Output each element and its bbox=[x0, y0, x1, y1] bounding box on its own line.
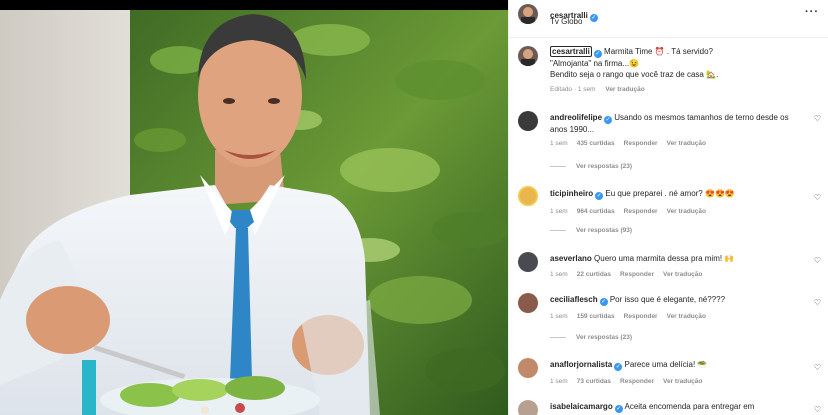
author-avatar-image bbox=[521, 7, 535, 24]
instagram-post-view: cesartralli ✓ Tv Globo ··· cesartralli ✓ M… bbox=[0, 0, 828, 415]
comment-time: 1 sem bbox=[550, 313, 568, 320]
comment-username[interactable]: aseverlano bbox=[550, 254, 592, 263]
comment-likes[interactable]: 73 curtidas bbox=[577, 378, 611, 385]
caption-see-translation[interactable]: Ver tradução bbox=[605, 86, 644, 93]
comment-text: Parece uma delícia! 🥗 bbox=[624, 360, 708, 369]
view-replies-label: Ver respostas (23) bbox=[576, 163, 633, 170]
comment-reply-button[interactable]: Responder bbox=[620, 271, 654, 278]
commenter-avatar[interactable] bbox=[518, 400, 538, 415]
heart-icon[interactable]: ♡ bbox=[814, 256, 821, 265]
replies-line bbox=[550, 165, 566, 167]
post-photo[interactable] bbox=[0, 0, 508, 415]
comment-text: Quero uma marmita dessa pra mim! 🙌 bbox=[594, 254, 735, 263]
comment-translate-button[interactable]: Ver tradução bbox=[667, 140, 706, 147]
comment-username[interactable]: ceciliaflesch bbox=[550, 295, 598, 304]
view-replies-button[interactable]: Ver respostas (23) bbox=[550, 334, 632, 341]
comment-text: Aceita encomenda para entregar em bbox=[624, 402, 755, 411]
heart-icon[interactable]: ♡ bbox=[814, 114, 821, 123]
verified-badge-icon: ✓ bbox=[599, 298, 608, 306]
comment-translate-button[interactable]: Ver tradução bbox=[663, 378, 702, 385]
caption-edited: Editado · 1 sem bbox=[550, 86, 596, 93]
view-replies-label: Ver respostas (93) bbox=[576, 227, 633, 234]
comment-username[interactable]: isabelaicamargo bbox=[550, 402, 613, 411]
view-replies-button[interactable]: Ver respostas (23) bbox=[550, 163, 632, 170]
caption-username[interactable]: cesartralli bbox=[550, 46, 592, 57]
comment-time: 1 sem bbox=[550, 271, 568, 278]
comment-time: 1 sem bbox=[550, 208, 568, 215]
heart-icon[interactable]: ♡ bbox=[814, 193, 821, 202]
heart-icon[interactable]: ♡ bbox=[814, 298, 821, 307]
view-replies-label: Ver respostas (23) bbox=[576, 334, 633, 341]
comment-username[interactable]: ticipinheiro bbox=[550, 189, 593, 198]
comment: andreolifelipe ✓ Usando os mesmos tamanho… bbox=[550, 112, 808, 149]
commenter-avatar[interactable] bbox=[518, 111, 538, 131]
comment-translate-button[interactable]: Ver tradução bbox=[667, 208, 706, 215]
comment-time: 1 sem bbox=[550, 140, 568, 147]
comment: ticipinheiro ✓ Eu que preparei . né amor?… bbox=[550, 188, 808, 217]
comment-username[interactable]: andreolifelipe bbox=[550, 113, 602, 122]
heart-icon[interactable]: ♡ bbox=[814, 363, 821, 372]
comment: ceciliaflesch ✓ Por isso que é elegante, … bbox=[550, 294, 808, 322]
commenter-avatar[interactable] bbox=[518, 293, 538, 313]
replies-line bbox=[550, 229, 566, 231]
post-header: cesartralli ✓ Tv Globo ··· bbox=[509, 0, 828, 38]
comment-translate-button[interactable]: Ver tradução bbox=[667, 313, 706, 320]
comment-text: Por isso que é elegante, né???? bbox=[609, 295, 726, 304]
comment-likes[interactable]: 435 curtidas bbox=[577, 140, 615, 147]
comment-reply-button[interactable]: Responder bbox=[624, 313, 658, 320]
comment-text: Eu que preparei . né amor? 😍😍😍 bbox=[605, 189, 735, 198]
caption-line-1: Marmita Time ⏰ . Tá servido? bbox=[604, 47, 713, 56]
verified-badge-icon: ✓ bbox=[604, 116, 613, 124]
comment-reply-button[interactable]: Responder bbox=[620, 378, 654, 385]
comments-panel: cesartralli ✓ Tv Globo ··· cesartralli ✓ M… bbox=[508, 0, 828, 415]
comment: aseverlano Quero uma marmita dessa pra m… bbox=[550, 253, 808, 280]
caption-avatar-image bbox=[521, 49, 535, 66]
commenter-avatar[interactable] bbox=[518, 186, 538, 206]
caption-line-3: Bendito seja o rango que você traz de ca… bbox=[550, 70, 719, 79]
comment-time: 1 sem bbox=[550, 378, 568, 385]
comment-reply-button[interactable]: Responder bbox=[624, 140, 658, 147]
comment-likes[interactable]: 159 curtidas bbox=[577, 313, 615, 320]
post-caption: cesartralli ✓ Marmita Time ⏰ . Tá servido… bbox=[550, 46, 815, 95]
comment: anaflorjornalista ✓ Parece uma delícia! 🥗… bbox=[550, 359, 808, 387]
comment-translate-button[interactable]: Ver tradução bbox=[663, 271, 702, 278]
post-location[interactable]: Tv Globo bbox=[550, 17, 582, 26]
replies-line bbox=[550, 336, 566, 338]
verified-badge-icon: ✓ bbox=[614, 363, 623, 371]
verified-badge-icon: ✓ bbox=[595, 192, 604, 200]
heart-icon[interactable]: ♡ bbox=[814, 405, 821, 414]
author-avatar[interactable] bbox=[518, 4, 538, 24]
post-image bbox=[0, 0, 508, 415]
verified-badge-icon: ✓ bbox=[589, 14, 598, 22]
verified-badge-icon: ✓ bbox=[593, 50, 602, 58]
caption-line-2: "Almojanta" na firma...😉 bbox=[550, 59, 640, 68]
caption-avatar[interactable] bbox=[518, 46, 538, 66]
comment-reply-button[interactable]: Responder bbox=[624, 208, 658, 215]
commenter-avatar[interactable] bbox=[518, 252, 538, 272]
comment-likes[interactable]: 22 curtidas bbox=[577, 271, 611, 278]
view-replies-button[interactable]: Ver respostas (93) bbox=[550, 227, 632, 234]
comment: isabelaicamargo ✓ Aceita encomenda para e… bbox=[550, 401, 808, 413]
commenter-avatar[interactable] bbox=[518, 358, 538, 378]
comment-username[interactable]: anaflorjornalista bbox=[550, 360, 612, 369]
comment-likes[interactable]: 964 curtidas bbox=[577, 208, 615, 215]
more-options-icon[interactable]: ··· bbox=[805, 6, 819, 18]
verified-badge-icon: ✓ bbox=[614, 405, 623, 413]
